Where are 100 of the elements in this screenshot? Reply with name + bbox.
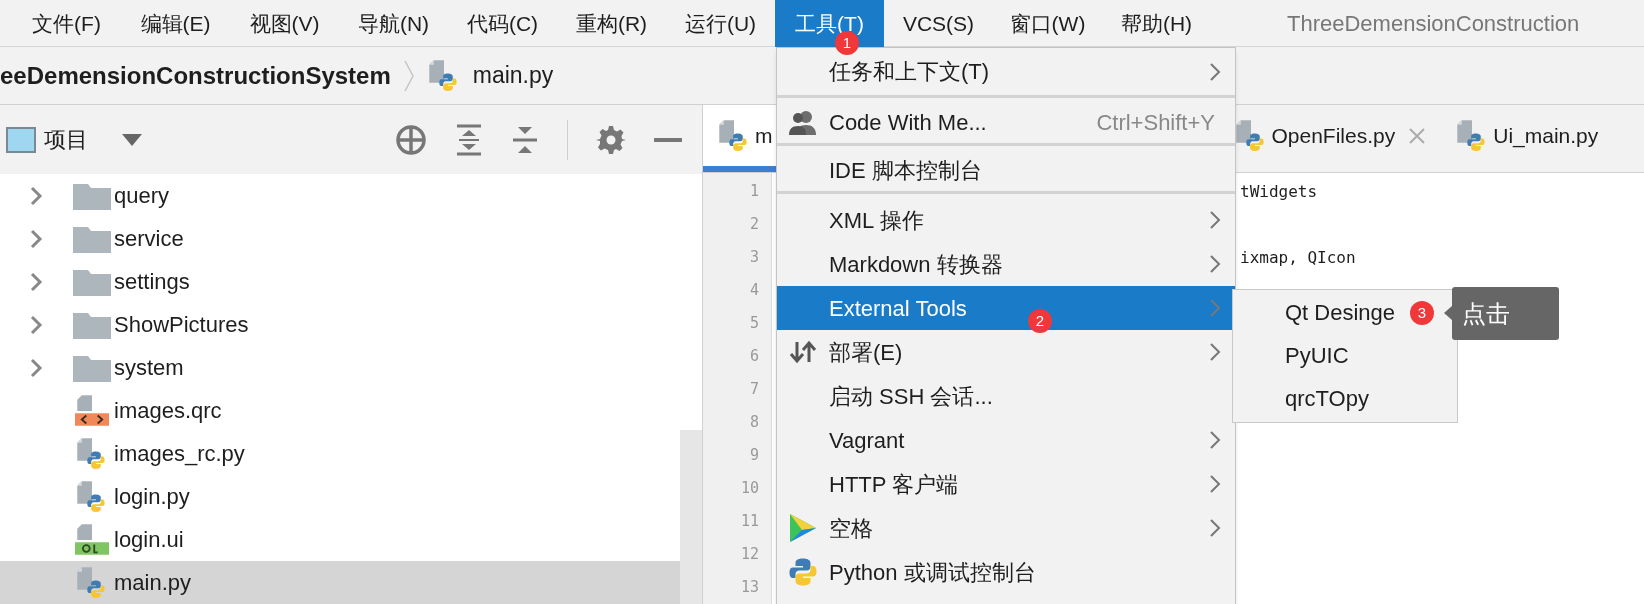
menu-item[interactable]: 导航(N) <box>339 0 448 47</box>
line-number: 11 <box>740 511 759 533</box>
menu-item[interactable]: 重构(R) <box>557 0 666 47</box>
line-number: 13 <box>740 577 759 599</box>
dropdown-item[interactable]: External Tools 2 <box>777 286 1235 330</box>
dropdown-label: 启动 SSH 会话... <box>829 382 993 411</box>
dropdown-item[interactable]: 空格 <box>777 506 1235 550</box>
dropdown-item[interactable]: Vagrant <box>777 418 1235 462</box>
editor-tab[interactable]: m <box>703 105 776 172</box>
tree-row[interactable]: images_rc.py <box>0 432 680 475</box>
tab-label: OpenFiles.py <box>1271 122 1396 149</box>
ui-file-icon <box>75 522 109 557</box>
tree-label: login.py <box>114 483 190 511</box>
tree-row[interactable]: ShowPictures <box>0 303 680 346</box>
tree-row[interactable]: images.qrc <box>0 389 680 432</box>
dropdown-item[interactable]: Code With Me... Ctrl+Shift+Y <box>777 102 1235 146</box>
submenu-label: PyUIC <box>1285 342 1349 370</box>
menu-item[interactable]: VCS(S) <box>884 0 993 47</box>
triangle-logo-icon <box>788 512 818 544</box>
people-icon <box>788 109 818 136</box>
dropdown-item[interactable]: XML 操作 <box>777 198 1235 242</box>
step-badge: 3 <box>1410 301 1434 325</box>
code-line: tWidgets <box>1240 180 1318 203</box>
dropdown-item[interactable]: HTTP 客户端 <box>777 462 1235 506</box>
tooltip-text: 点击 <box>1462 298 1510 329</box>
dropdown-item[interactable]: Markdown 转换器 <box>777 242 1235 286</box>
line-number: 6 <box>749 346 759 368</box>
dropdown-label: 任务和上下文(T) <box>829 58 990 86</box>
dropdown-label: Markdown 转换器 <box>829 250 1003 279</box>
line-number: 10 <box>740 478 759 500</box>
line-number: 4 <box>749 280 759 302</box>
dropdown-item[interactable]: Python 或调试控制台 <box>777 550 1235 594</box>
dropdown-label: IDE 脚本控制台 <box>829 157 982 185</box>
line-number: 2 <box>749 214 759 236</box>
dropdown-label: Vagrant <box>829 426 905 455</box>
collapsed-chevron-icon[interactable] <box>28 314 44 335</box>
expand-all-icon[interactable] <box>455 123 483 156</box>
line-number: 12 <box>740 544 759 566</box>
window-title: ThreeDemensionConstruction <box>1287 9 1580 38</box>
python-logo-icon <box>788 557 818 587</box>
tree-label: images.qrc <box>114 397 222 425</box>
menu-item[interactable]: 窗口(W) <box>993 0 1102 47</box>
breadcrumb-separator-icon <box>402 58 415 93</box>
collapsed-chevron-icon[interactable] <box>28 357 44 378</box>
tree-label: images_rc.py <box>114 440 245 468</box>
tree-label: service <box>114 225 184 253</box>
menu-item[interactable]: 运行(U) <box>666 0 775 47</box>
close-icon[interactable] <box>1409 127 1426 144</box>
tree-label: main.py <box>114 569 192 597</box>
crosshair-icon[interactable] <box>395 123 427 156</box>
tree-label: system <box>114 354 184 382</box>
tree-row[interactable]: login.py <box>0 475 680 518</box>
tree-row[interactable]: main.py <box>0 561 680 604</box>
dropdown-label: Code With Me... <box>829 109 987 137</box>
submenu-item[interactable]: qrcTOpy <box>1233 377 1457 420</box>
settings-icon[interactable] <box>596 124 626 155</box>
scrollbar-thumb[interactable] <box>680 430 702 604</box>
menu-item[interactable]: 编辑(E) <box>121 0 230 47</box>
line-number: 5 <box>749 313 759 335</box>
dropdown-item[interactable]: 部署(E) <box>777 330 1235 374</box>
editor-tab[interactable]: Ui_main.py <box>1437 105 1611 172</box>
tree-row[interactable]: service <box>0 217 680 260</box>
line-number: 3 <box>749 247 759 269</box>
dropdown-label: 部署(E) <box>829 338 903 367</box>
breadcrumb-file[interactable]: main.py <box>472 58 554 93</box>
panel-title[interactable]: 项目 <box>44 123 88 156</box>
tree-row[interactable]: settings <box>0 260 680 303</box>
tab-label: m <box>755 122 773 149</box>
tree-row[interactable]: query <box>0 174 680 217</box>
qrc-file-icon <box>75 393 109 428</box>
tab-label: Ui_main.py <box>1493 122 1599 150</box>
window-icon <box>6 126 36 153</box>
line-number: 9 <box>749 445 759 467</box>
collapsed-chevron-icon[interactable] <box>28 271 44 292</box>
tree-row[interactable]: login.ui <box>0 518 680 561</box>
dropdown-item[interactable]: 任务和上下文(T) <box>777 48 1235 98</box>
dropdown-item[interactable]: IDE 脚本控制台 <box>777 150 1235 194</box>
code-line: ixmap, QIcon <box>1240 246 1356 269</box>
dropdown-label: 空格 <box>829 514 873 543</box>
step-badge: 2 <box>1028 309 1052 333</box>
line-number: 7 <box>749 379 759 401</box>
menu-item[interactable]: 代码(C) <box>448 0 557 47</box>
submenu-item[interactable]: PyUIC <box>1233 334 1457 377</box>
tree-label: login.ui <box>114 526 184 554</box>
dropdown-caret-icon[interactable] <box>122 133 142 146</box>
dropdown-item[interactable]: 启动 SSH 会话... <box>777 374 1235 418</box>
tree-row[interactable]: system <box>0 346 680 389</box>
submenu-label: qrcTOpy <box>1285 385 1369 413</box>
shortcut-label: Ctrl+Shift+Y <box>1096 109 1215 137</box>
dropdown-label: External Tools <box>829 294 967 323</box>
breadcrumb-project[interactable]: eeDemensionConstructionSystem <box>0 57 391 94</box>
dropdown-label: XML 操作 <box>829 206 924 235</box>
collapsed-chevron-icon[interactable] <box>28 228 44 249</box>
up-down-arrows-icon <box>789 340 817 364</box>
minimize-icon[interactable] <box>654 137 682 142</box>
menu-item[interactable]: 帮助(H) <box>1102 0 1211 47</box>
menu-item[interactable]: 文件(F) <box>12 0 121 47</box>
menu-item[interactable]: 视图(V) <box>230 0 339 47</box>
tree-label: ShowPictures <box>114 311 249 339</box>
collapsed-chevron-icon[interactable] <box>28 185 44 206</box>
